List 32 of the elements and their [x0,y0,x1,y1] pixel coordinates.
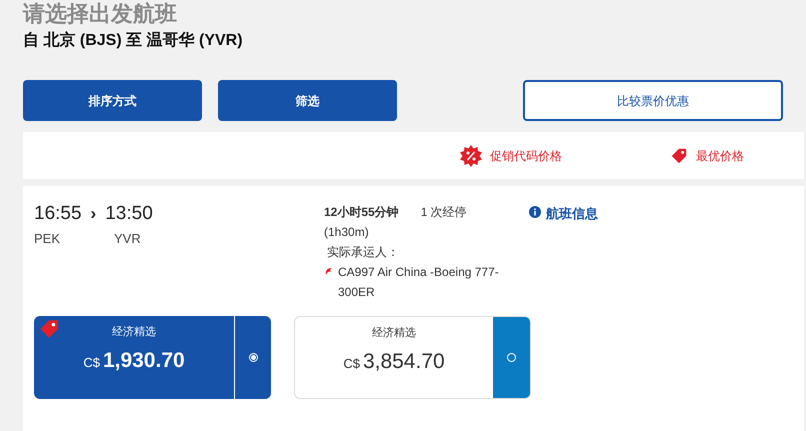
stops-text: 1 次经停 [420,204,467,221]
fare-option[interactable]: 经济精选 C$3,854.70 [294,316,531,399]
legend-label: 促销代码价格 [490,148,562,164]
duration-text: 12小时55分钟 [324,204,399,221]
radio-button[interactable] [507,353,516,362]
page-title: 请选择出发航班 [23,1,178,27]
cabin-label: 经济精选 [372,326,416,341]
action-button[interactable]: 排序方式 [23,80,202,121]
arrive-code: YVR [114,230,141,248]
discount-badge-icon [460,144,482,166]
route-text: 自 北京 (BJS) 至 温哥华 (YVR) [23,30,244,51]
carrier-label: 实际承运人： [327,244,400,261]
carrier-text: CA997 Air China -Boeing 777-300ER [338,264,500,301]
cabin-label: 经济精选 [112,324,156,340]
arrive-time: 13:50 [105,202,153,226]
compare-button[interactable]: 比较票价优惠 [523,80,783,121]
radio-button[interactable] [248,353,258,362]
airline-logo-icon [324,267,334,277]
price-tag-icon [670,146,688,164]
flight-info-link[interactable]: 航班信息 [546,204,598,224]
depart-time: 16:55 [34,202,82,226]
fare-option[interactable]: 经济精选 C$1,930.70 [34,316,271,399]
legend-label: 最优价格 [696,148,744,164]
arrow-text: › [90,203,96,225]
layover-text: (1h30m) [324,224,370,241]
action-button[interactable]: 筛选 [218,80,397,121]
price-text: 3,854.70 [362,348,445,374]
info-icon [529,206,541,218]
price-text: 1,930.70 [102,348,185,374]
currency-text: C$ [83,354,100,372]
currency-text: C$ [343,354,360,372]
depart-code: PEK [34,230,62,248]
